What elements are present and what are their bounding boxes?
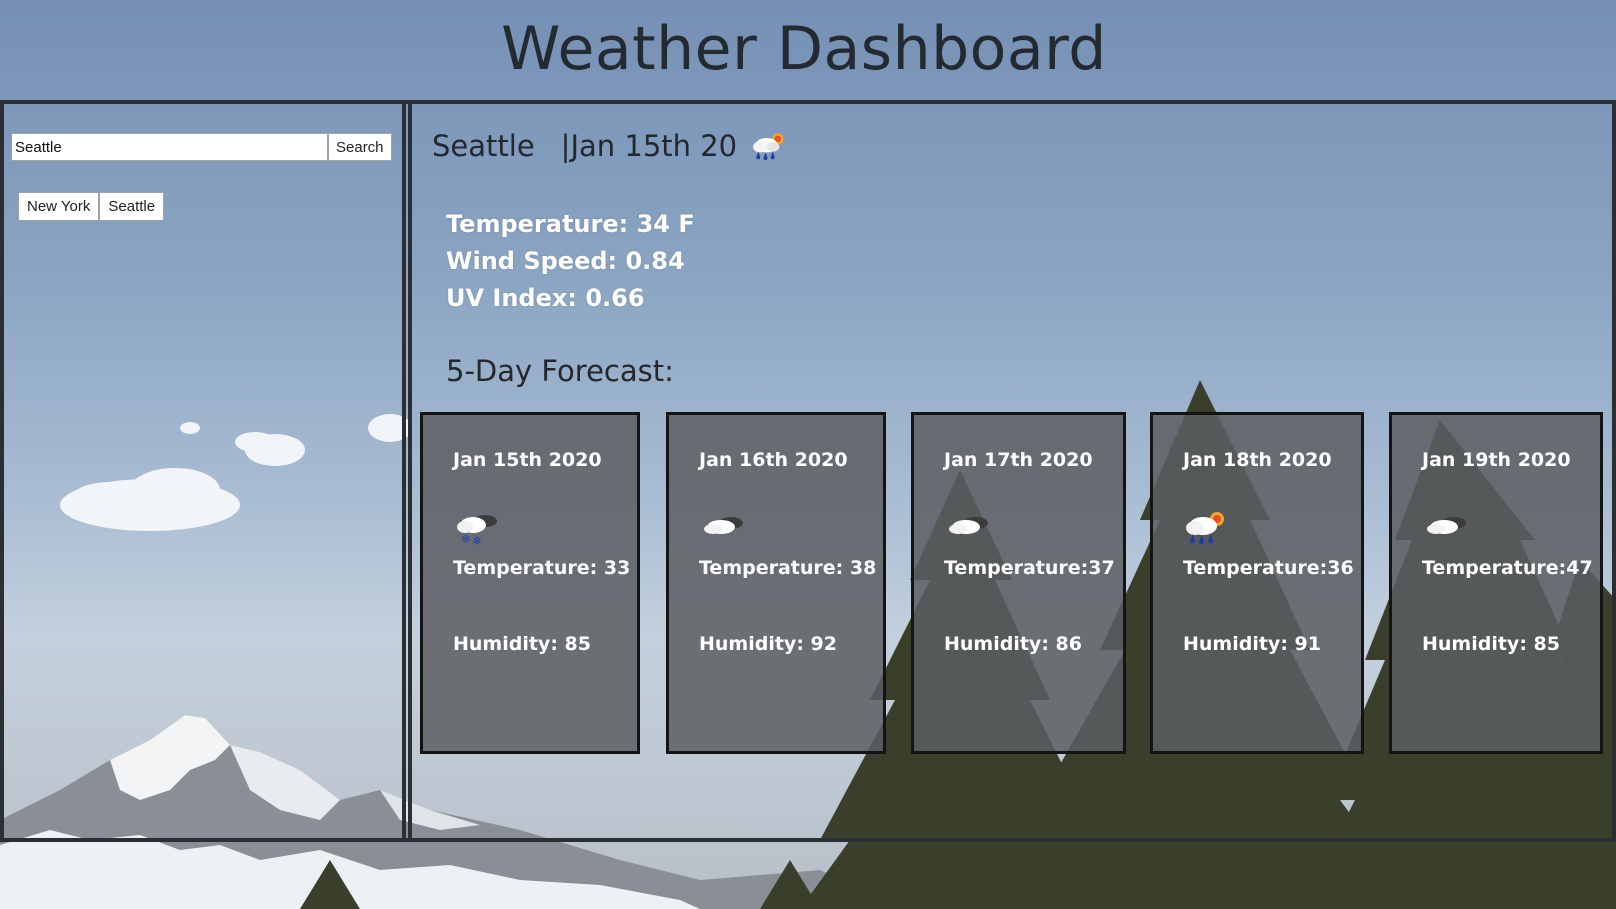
forecast-date: Jan 15th 2020	[453, 449, 602, 471]
search-button[interactable]: Search	[328, 133, 392, 161]
current-temperature: Temperature: 34 F	[446, 210, 695, 238]
forecast-date: Jan 19th 2020	[1422, 449, 1571, 471]
forecast-card: Jan 18th 2020 Temperature:36 Humidity: 9…	[1150, 412, 1364, 754]
current-city: Seattle	[432, 129, 535, 163]
forecast-humidity: Humidity: 85	[453, 633, 591, 655]
divider-middle	[402, 100, 406, 842]
forecast-card: Jan 19th 2020 Temperature:47 Humidity: 8…	[1389, 412, 1603, 754]
rain-sun-icon	[753, 133, 784, 160]
weather-main: Seattle |Jan 15th 20 Temperature: 34 F W…	[412, 104, 1612, 838]
current-wind-speed: Wind Speed: 0.84	[446, 247, 685, 275]
svg-text:❄: ❄	[461, 532, 471, 546]
history-button-new-york[interactable]: New York	[18, 192, 100, 221]
cloud-icon	[704, 517, 743, 534]
forecast-temperature: Temperature:36	[1183, 557, 1354, 579]
divider-right	[1612, 100, 1616, 842]
current-stats: Temperature: 34 F Wind Speed: 0.84 UV In…	[446, 206, 695, 317]
page-header: Weather Dashboard	[0, 0, 1616, 100]
search-bar: Search	[11, 133, 392, 161]
cloud-icon	[949, 517, 988, 534]
snow-cloud-icon: ❄ ❄	[457, 515, 497, 548]
current-date: |Jan 15th 20	[560, 129, 738, 163]
search-input[interactable]	[11, 133, 328, 161]
forecast-title: 5-Day Forecast:	[446, 354, 674, 388]
forecast-card: Jan 15th 2020 ❄ ❄ Temperature: 33 Humidi…	[420, 412, 640, 754]
forecast-humidity: Humidity: 86	[944, 633, 1082, 655]
divider-bottom	[0, 838, 1616, 842]
forecast-humidity: Humidity: 91	[1183, 633, 1321, 655]
forecast-temperature: Temperature: 33	[453, 557, 631, 579]
current-uv-index: UV Index: 0.66	[446, 284, 645, 312]
sidebar: Search New York Seattle	[4, 104, 402, 838]
page-title: Weather Dashboard	[501, 14, 1107, 84]
forecast-temperature: Temperature:47	[1422, 557, 1593, 579]
forecast-humidity: Humidity: 92	[699, 633, 837, 655]
forecast-card: Jan 16th 2020 Temperature: 38 Humidity: …	[666, 412, 886, 754]
forecast-date: Jan 17th 2020	[944, 449, 1093, 471]
cloud-icon	[1427, 517, 1466, 534]
rain-sun-icon	[1186, 512, 1224, 545]
svg-text:❄: ❄	[472, 534, 482, 548]
forecast-date: Jan 16th 2020	[699, 449, 848, 471]
history-button-seattle[interactable]: Seattle	[99, 192, 165, 221]
forecast-temperature: Temperature: 38	[699, 557, 877, 579]
forecast-card: Jan 17th 2020 Temperature:37 Humidity: 8…	[911, 412, 1126, 754]
current-weather-heading: Seattle |Jan 15th 20	[432, 128, 789, 164]
search-history: New York Seattle	[18, 192, 165, 221]
forecast-humidity: Humidity: 85	[1422, 633, 1560, 655]
forecast-temperature: Temperature:37	[944, 557, 1115, 579]
forecast-date: Jan 18th 2020	[1183, 449, 1332, 471]
